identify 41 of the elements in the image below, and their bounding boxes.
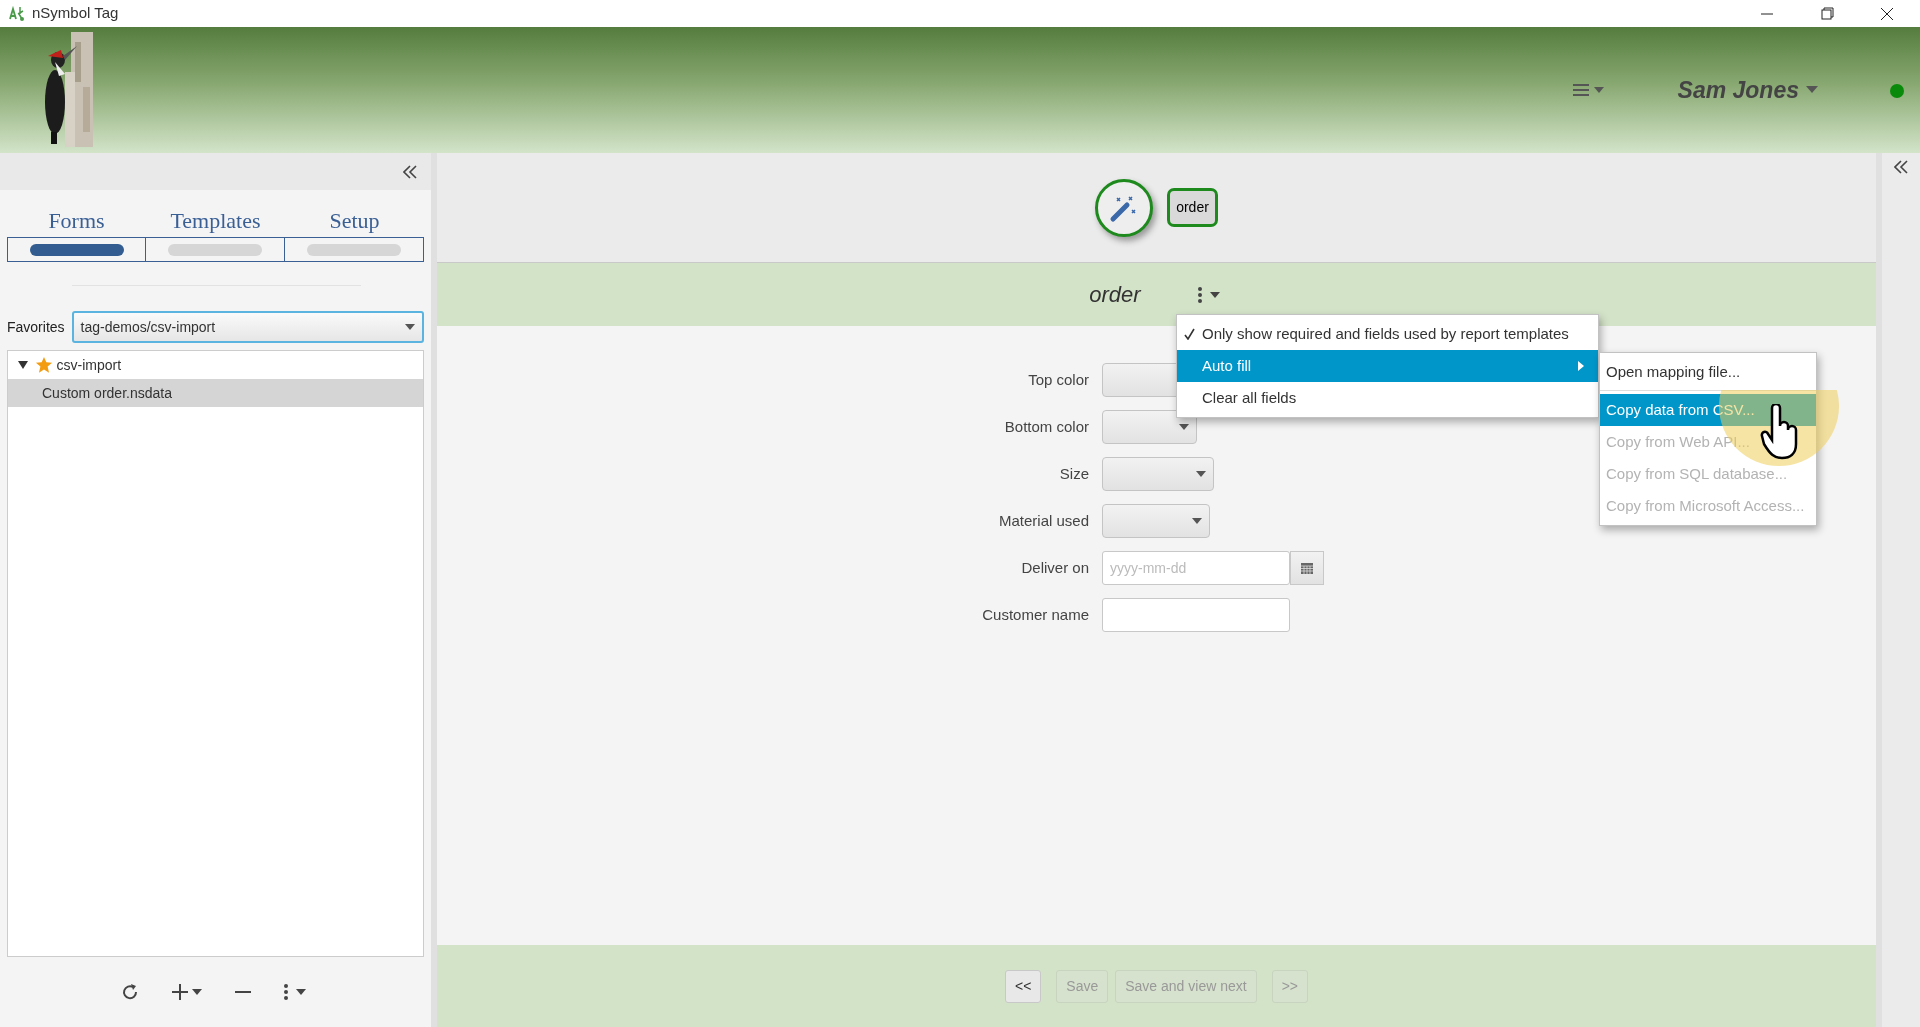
window-title: nSymbol Tag: [32, 3, 119, 24]
expander-icon[interactable]: [18, 360, 28, 370]
tree-item[interactable]: csv-import: [8, 351, 423, 379]
form-chip[interactable]: order: [1167, 188, 1218, 227]
wand-button[interactable]: [1095, 178, 1154, 237]
check-icon: [1184, 328, 1195, 340]
field-label: Size: [1058, 463, 1089, 484]
tab[interactable]: Templates: [170, 204, 261, 237]
field-label: Top color: [1027, 369, 1089, 390]
field-label: Bottom color: [1003, 416, 1089, 437]
app-icon: [7, 4, 25, 23]
calendar-icon: [1301, 562, 1313, 574]
menu-item[interactable]: Only show required and fields used by report templates: [1177, 318, 1598, 350]
caret-icon: [1196, 471, 1206, 477]
favorites-label: Favorites: [7, 317, 65, 337]
menu-item[interactable]: Clear all fields: [1177, 382, 1598, 414]
caret-icon: [1806, 86, 1818, 94]
text-field[interactable]: [1102, 598, 1290, 632]
date-field[interactable]: yyyy-mm-dd: [1102, 551, 1290, 585]
tab[interactable]: Forms: [48, 204, 105, 237]
calendar-button[interactable]: [1290, 551, 1324, 585]
expand-icon[interactable]: [1894, 160, 1908, 174]
refresh-icon[interactable]: [120, 982, 140, 1002]
menu-item[interactable]: Open mapping file...: [1600, 356, 1816, 388]
field-label: Customer name: [981, 604, 1089, 625]
field-label: Deliver on: [1020, 557, 1089, 578]
tab[interactable]: Setup: [329, 204, 380, 237]
user-menu[interactable]: Sam Jones: [1677, 72, 1818, 108]
caret-icon: [1192, 518, 1202, 524]
form-title: order: [1089, 281, 1141, 309]
favorites-dropdown[interactable]: tag-demos/csv-import: [71, 311, 424, 343]
footer-button[interactable]: <<: [1004, 969, 1042, 1003]
menu-item[interactable]: Auto fill: [1177, 350, 1598, 382]
caret-icon: [405, 324, 415, 330]
tree-item[interactable]: Custom order.nsdata: [8, 379, 423, 407]
collapse-icon[interactable]: [403, 164, 417, 179]
submenu-arrow-icon: [1578, 361, 1584, 371]
field-label: Material used: [997, 510, 1089, 531]
add-icon[interactable]: [170, 982, 204, 1002]
caret-icon: [1179, 424, 1189, 430]
hand-cursor-icon: [1760, 404, 1800, 460]
